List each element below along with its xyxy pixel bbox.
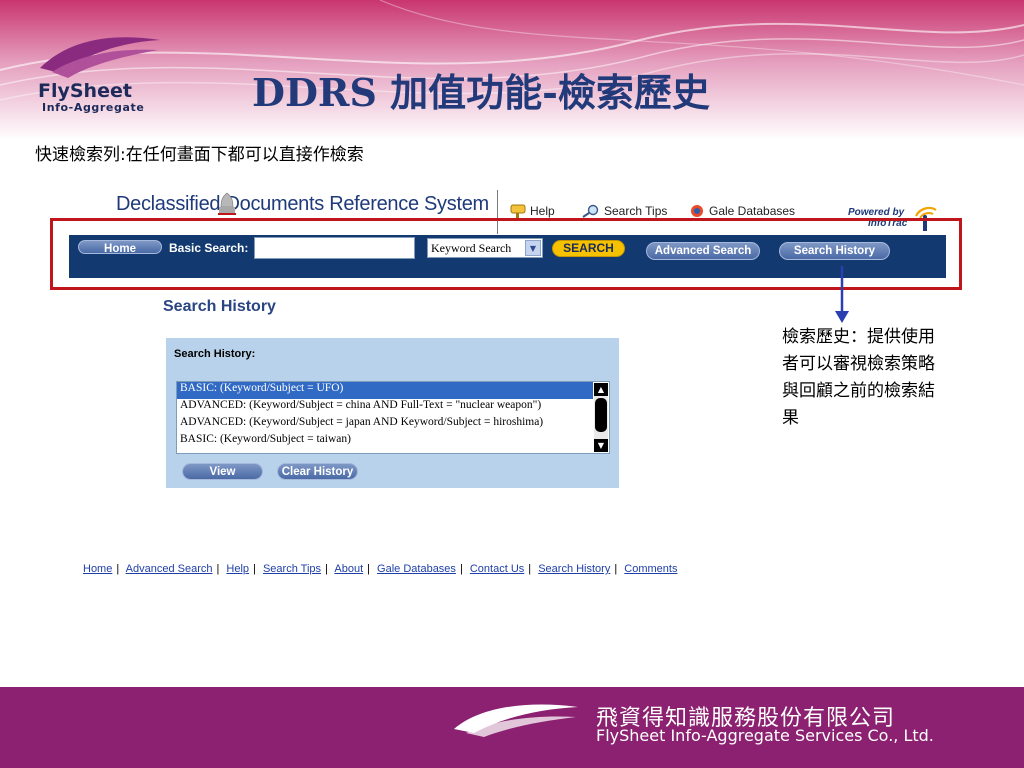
flysheet-swoosh-icon [40, 37, 160, 78]
scroll-down-icon[interactable]: ▼ [594, 439, 608, 452]
search-tips-link[interactable]: Search Tips [582, 204, 667, 218]
footer-link-search-tips[interactable]: Search Tips [263, 563, 321, 575]
gale-icon [691, 205, 703, 217]
magnifier-icon [582, 204, 599, 218]
footer-link-contact-us[interactable]: Contact Us [470, 563, 524, 575]
logo-name: FlySheet [38, 80, 132, 102]
flysheet-swoosh-icon [454, 704, 578, 737]
history-scrollbar[interactable]: ▲ ▼ [594, 383, 608, 452]
history-item[interactable]: ADVANCED: (Keyword/Subject = china AND F… [177, 399, 593, 416]
footer-link-advanced-search[interactable]: Advanced Search [126, 563, 213, 575]
footer-link-help[interactable]: Help [226, 563, 249, 575]
slide-subtitle: 快速檢索列:在任何畫面下都可以直接作檢索 [35, 145, 364, 165]
down-arrow-icon [835, 266, 849, 323]
help-link[interactable]: Help [510, 204, 555, 218]
highlight-box [50, 218, 962, 290]
scroll-up-icon[interactable]: ▲ [594, 383, 608, 396]
scroll-thumb[interactable] [595, 398, 607, 432]
flysheet-logo: FlySheet Info-Aggregate [30, 28, 170, 120]
app-title[interactable]: Declassified Documents Reference System [116, 193, 489, 216]
search-history-heading: Search History [163, 298, 276, 315]
history-item[interactable]: ADVANCED: (Keyword/Subject = japan AND K… [177, 416, 593, 433]
clear-history-button[interactable]: Clear History [277, 463, 358, 480]
search-history-label: Search History: [174, 348, 256, 360]
help-icon [510, 204, 526, 218]
history-item[interactable]: BASIC: (Keyword/Subject = taiwan) [177, 433, 593, 450]
gale-databases-link-label: Gale Databases [709, 204, 796, 218]
footer-link-gale-databases[interactable]: Gale Databases [377, 563, 456, 575]
footer-link-comments[interactable]: Comments [624, 563, 677, 575]
view-button[interactable]: View [182, 463, 263, 480]
footer-link-home[interactable]: Home [83, 563, 112, 575]
capitol-icon [218, 192, 236, 215]
history-item[interactable]: BASIC: (Keyword/Subject = UFO) [177, 382, 593, 399]
footer-links: Home | Advanced Search | Help | Search Tips… [83, 563, 678, 575]
company-name-en: FlySheet Info-Aggregate Services Co., Lt… [596, 726, 934, 745]
slide-title: DDRS 加值功能-檢索歷史 [252, 70, 710, 115]
footer-link-search-history[interactable]: Search History [538, 563, 610, 575]
gale-databases-link[interactable]: Gale Databases [689, 204, 795, 218]
search-tips-link-label: Search Tips [604, 204, 668, 218]
powered-by-label: Powered by [848, 207, 905, 218]
footer-link-about[interactable]: About [334, 563, 363, 575]
annotation-text: 檢索歷史：提供使用者可以審視檢索策略與回顧之前的檢索結果 [782, 327, 935, 428]
search-history-list[interactable]: BASIC: (Keyword/Subject = UFO) ADVANCED:… [176, 381, 610, 454]
logo-tagline: Info-Aggregate [42, 101, 145, 114]
help-link-label: Help [530, 204, 555, 218]
